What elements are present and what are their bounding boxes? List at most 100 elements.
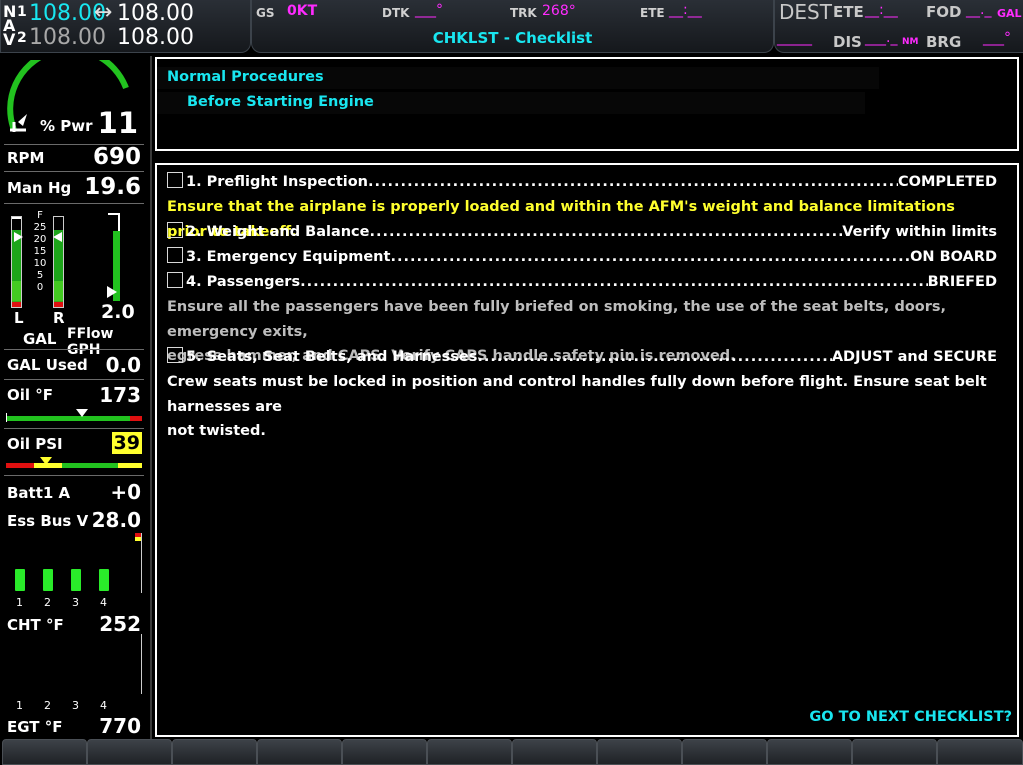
divider xyxy=(4,428,144,429)
checklist-body: 1. Preflight Inspection ................… xyxy=(155,163,1019,737)
checklist-item[interactable]: 5. Seats, Seat Belts, and Harnesses ....… xyxy=(167,345,997,369)
checklist-item[interactable]: 1. Preflight Inspection ................… xyxy=(167,170,997,194)
egt-value: 770 xyxy=(99,714,141,738)
nav1-standby-frequency[interactable]: 108.00 xyxy=(117,1,194,26)
oil-pressure-label: Oil PSI xyxy=(7,435,63,453)
dis-unit: NM xyxy=(902,37,919,47)
cht-cylinder-bar xyxy=(15,569,25,591)
checkbox-icon[interactable] xyxy=(167,247,183,263)
oil-pressure-value: 39 xyxy=(111,432,142,454)
nav-data-panel: GS 0KT DTK ___° TRK 268° ETE __:__ CHKLS… xyxy=(251,0,774,53)
leader-dots: ........................................… xyxy=(369,224,843,240)
softkey-2[interactable] xyxy=(87,739,172,765)
item-label: 3. Emergency Equipment xyxy=(186,249,391,265)
cylinder-number: 1 xyxy=(16,596,23,609)
cht-cylinder-bar xyxy=(43,569,53,591)
manifold-pressure-label: Man Hg xyxy=(7,179,72,197)
fuel-flow-value: 2.0 xyxy=(101,301,135,323)
dis-label: DIS xyxy=(833,33,862,51)
leader-dots: ........................................… xyxy=(300,274,928,290)
brg-value: ___° xyxy=(983,30,1011,46)
softkey-7[interactable] xyxy=(512,739,597,765)
power-value: 11 xyxy=(97,106,138,140)
cht-label: CHT °F xyxy=(7,616,64,634)
checklist-name-select[interactable]: Before Starting Engine xyxy=(187,94,374,110)
cylinder-number: 2 xyxy=(44,699,51,712)
oil-temp-label: Oil °F xyxy=(7,386,54,404)
checkbox-icon[interactable] xyxy=(167,272,183,288)
softkey-10[interactable] xyxy=(767,739,852,765)
softkey-1[interactable] xyxy=(2,739,87,765)
oil-pressure-pointer-icon xyxy=(40,457,52,465)
item-result: ON BOARD xyxy=(910,249,997,265)
softkey-5[interactable] xyxy=(342,739,427,765)
trk-value: 268° xyxy=(542,3,576,19)
dest-value: _____ xyxy=(777,30,812,46)
item-result: Verify within limits xyxy=(842,224,997,240)
divider xyxy=(4,171,144,172)
softkey-9[interactable] xyxy=(682,739,767,765)
checkbox-icon[interactable] xyxy=(167,222,183,238)
gal-used-label: GAL Used xyxy=(7,356,88,374)
softkey-6[interactable] xyxy=(427,739,512,765)
divider xyxy=(4,203,144,204)
nav-radio-panel: N A V 1 2 108.00 ↔ 108.00 108.00 108.00 xyxy=(0,0,251,53)
divider xyxy=(4,379,144,380)
checklist-item[interactable]: 3. Emergency Equipment .................… xyxy=(167,245,997,269)
cylinder-number: 1 xyxy=(16,699,23,712)
fuel-tick: 15 xyxy=(33,246,47,257)
fod-unit: GAL xyxy=(997,7,1022,20)
leader-dots: ........................................… xyxy=(477,349,831,365)
softkey-12[interactable] xyxy=(937,739,1023,765)
nav2-index: 2 xyxy=(17,30,27,46)
destination-panel: DEST _____ ETE __:__ FOD __._ GAL DIS __… xyxy=(774,0,1023,53)
top-status-bar: N A V 1 2 108.00 ↔ 108.00 108.00 108.00 … xyxy=(0,0,1023,54)
fuel-tick: 10 xyxy=(33,258,47,269)
fuel-tick: 0 xyxy=(36,282,44,293)
fuel-tick: 25 xyxy=(33,222,47,233)
rpm-label: RPM xyxy=(7,149,45,167)
fuel-flow-pointer-icon xyxy=(107,286,117,298)
battery-amps-value: +0 xyxy=(110,480,141,504)
ess-bus-volts-label: Ess Bus V xyxy=(7,512,89,530)
checklist-item[interactable]: 2. Weight and Balance ..................… xyxy=(167,220,997,244)
cylinder-number: 4 xyxy=(100,596,107,609)
checklist-item[interactable]: 4. Passengers ..........................… xyxy=(167,270,997,294)
fuel-scale: F 25 20 15 10 5 0 xyxy=(30,210,50,294)
cylinder-number: 4 xyxy=(100,699,107,712)
ess-bus-volts-value: 28.0 xyxy=(91,508,141,532)
nav2-active-frequency[interactable]: 108.00 xyxy=(29,25,106,50)
divider xyxy=(4,475,144,476)
note-line: Crew seats must be locked in position an… xyxy=(167,374,987,415)
oil-pressure-bar xyxy=(6,463,142,468)
dest-ete-value: __:__ xyxy=(865,2,898,18)
item-label: 1. Preflight Inspection xyxy=(186,174,369,190)
checkbox-icon[interactable] xyxy=(167,172,183,188)
frequency-swap-icon[interactable]: ↔ xyxy=(94,0,112,25)
trk-label: TRK xyxy=(510,6,537,20)
note-line: Ensure all the passengers have been full… xyxy=(167,299,947,340)
gs-label: GS xyxy=(256,6,275,20)
fuel-tick: F xyxy=(37,210,43,221)
checklist-group-select[interactable]: Normal Procedures xyxy=(167,69,324,85)
softkey-8[interactable] xyxy=(597,739,682,765)
leader-dots: ........................................… xyxy=(390,249,910,265)
note-line: not twisted. xyxy=(167,423,266,439)
divider xyxy=(4,349,144,350)
softkey-3[interactable] xyxy=(172,739,257,765)
gs-value: 0KT xyxy=(287,3,318,19)
manifold-pressure-value: 19.6 xyxy=(84,174,141,200)
item-result: ADJUST and SECURE xyxy=(831,349,997,365)
go-to-next-checklist-button[interactable]: GO TO NEXT CHECKLIST? xyxy=(809,709,1012,725)
fod-value: __._ xyxy=(966,2,992,18)
brg-label: BRG xyxy=(926,33,962,51)
softkey-11[interactable] xyxy=(852,739,937,765)
checkbox-icon[interactable] xyxy=(167,347,183,363)
egt-scale xyxy=(135,634,142,694)
nav2-standby-frequency[interactable]: 108.00 xyxy=(117,25,194,50)
cylinder-number: 3 xyxy=(72,699,79,712)
softkey-4[interactable] xyxy=(257,739,342,765)
fuel-right-label: R xyxy=(53,309,65,327)
checklist-selector: Normal Procedures Before Starting Engine xyxy=(155,57,1019,151)
cht-cylinder-bar xyxy=(71,569,81,591)
